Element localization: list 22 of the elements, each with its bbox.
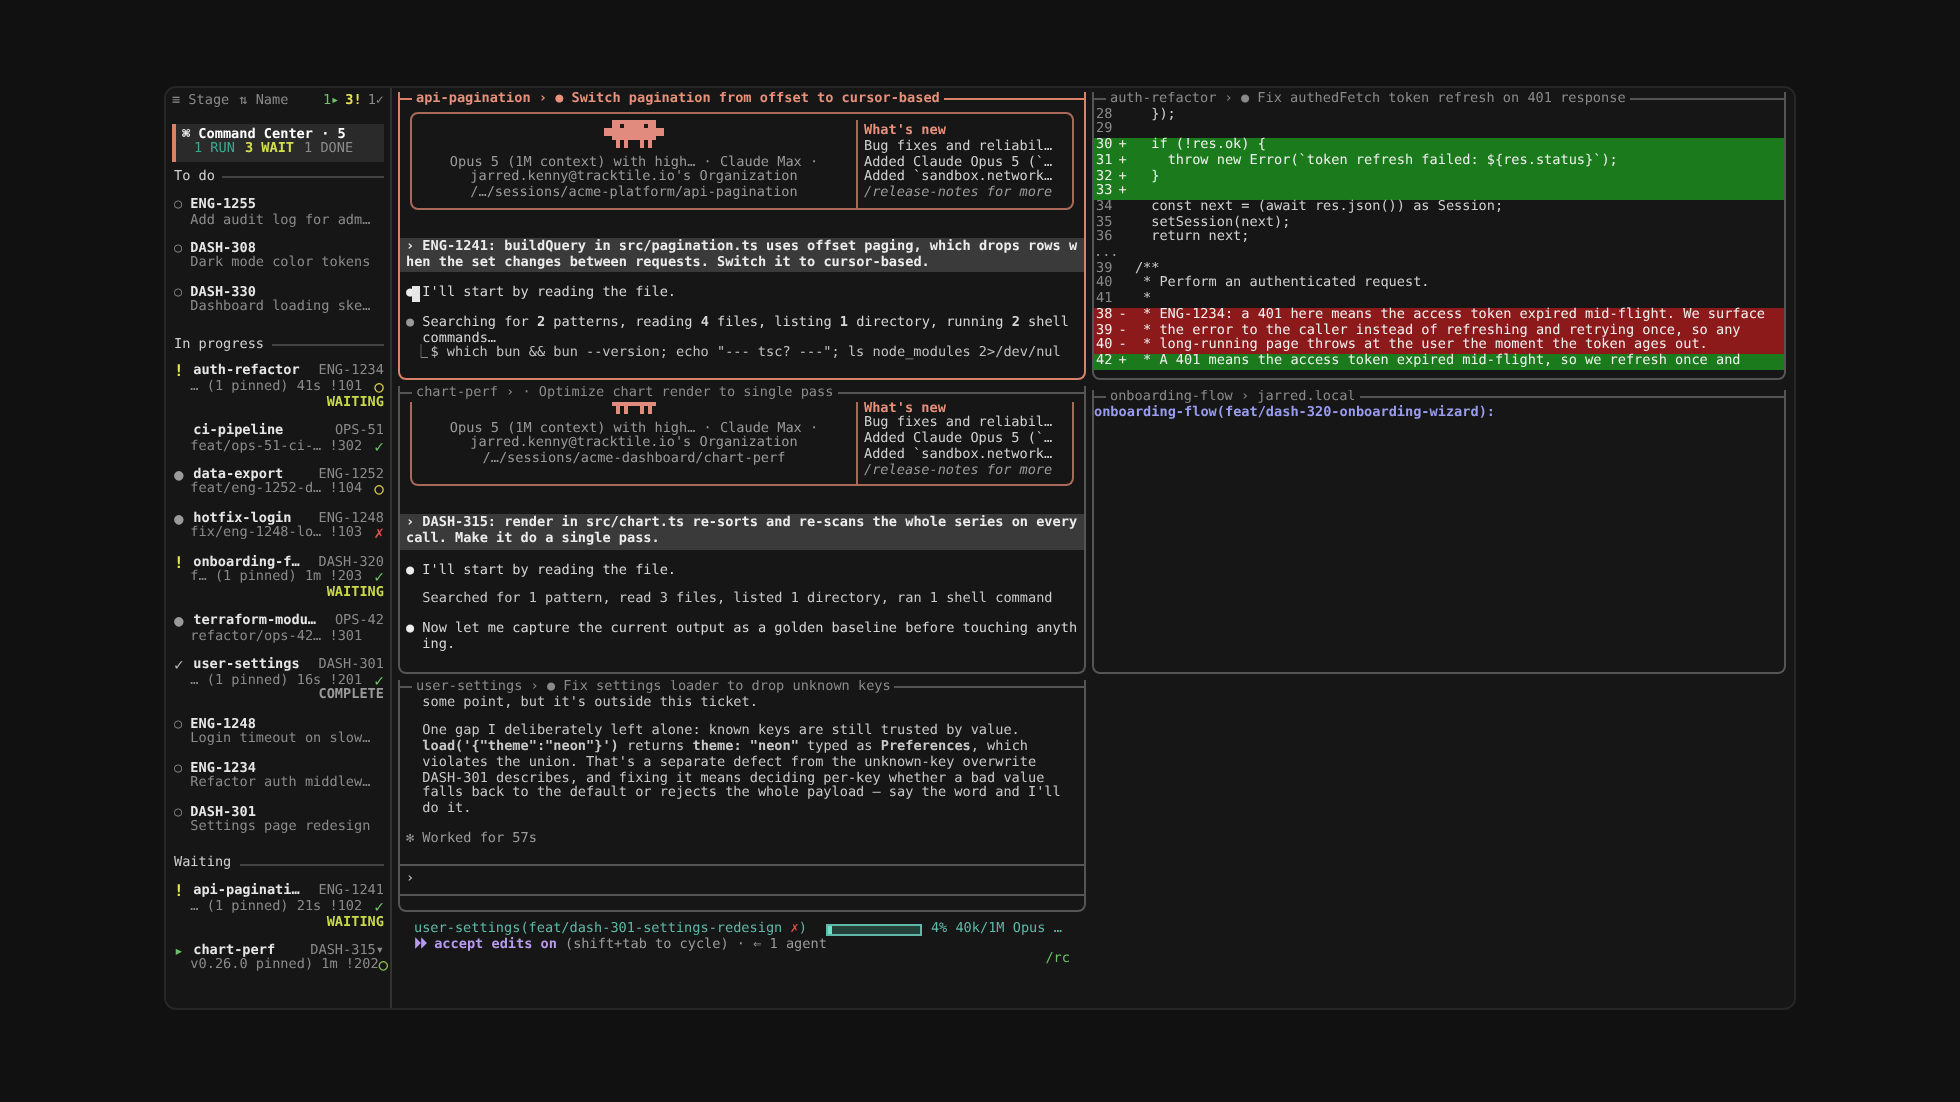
- state-marker: !: [174, 364, 186, 380]
- state-marker: ●: [174, 614, 186, 630]
- status-icon: ✓: [374, 673, 384, 689]
- state-marker: ●: [174, 511, 186, 527]
- status-icon: ○: [378, 958, 389, 975]
- session-pane[interactable]: [1092, 92, 1786, 380]
- state-marker: ●: [174, 467, 186, 483]
- status-icon: ○: [374, 482, 384, 499]
- state-marker: ✓: [174, 658, 186, 674]
- context-meter: [826, 923, 923, 936]
- status-icon: ○: [374, 379, 384, 396]
- session-pane[interactable]: [398, 386, 1086, 674]
- state-marker: !: [174, 555, 186, 571]
- session-pane[interactable]: [398, 680, 1086, 912]
- pixel-mascot-drawing: [604, 119, 664, 148]
- status-icon: ✓: [374, 439, 384, 455]
- state-marker: ▸: [174, 943, 186, 959]
- status-icon: ✗: [374, 526, 384, 543]
- session-pane[interactable]: [398, 92, 1086, 380]
- status-icon: ✓: [374, 570, 384, 586]
- status-icon: ✓: [374, 899, 384, 916]
- state-marker: !: [174, 884, 186, 900]
